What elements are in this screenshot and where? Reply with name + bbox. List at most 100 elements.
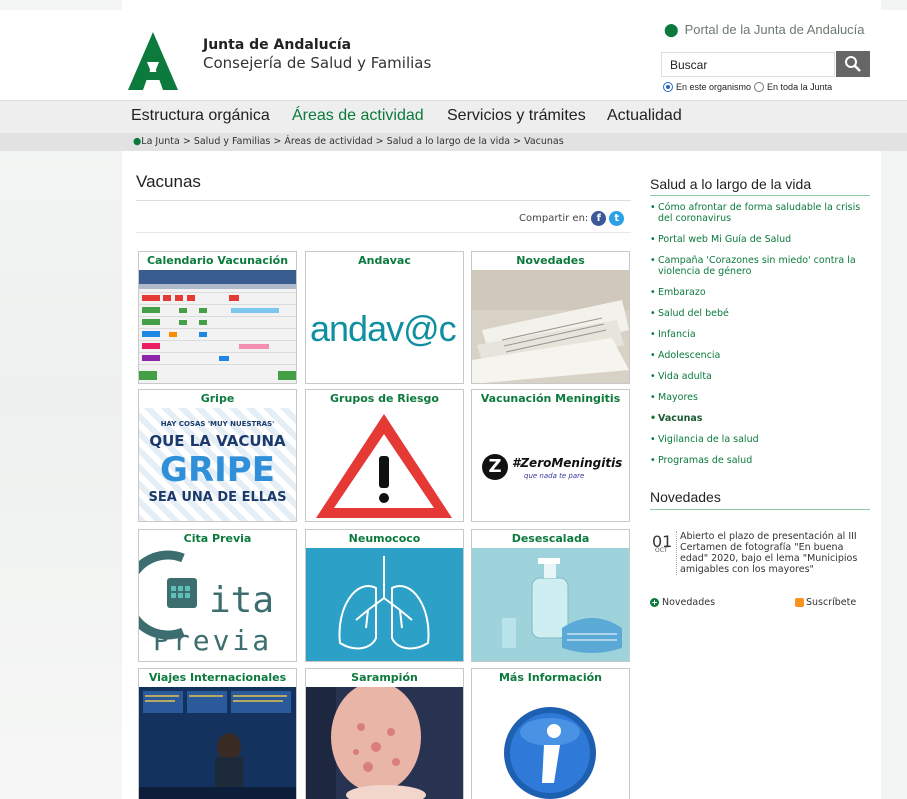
main-nav: Estructura orgánica Áreas de actividad S…	[0, 100, 907, 133]
info-icon	[472, 687, 629, 799]
divider	[136, 200, 631, 201]
gripe-poster-line1: HAY COSAS 'MUY NUESTRAS'	[160, 420, 275, 428]
vaccination-calendar-image	[139, 270, 296, 383]
news-item-text[interactable]: Abierto el plazo de presentación al III …	[676, 531, 870, 575]
gripe-poster-line3: GRIPE	[160, 450, 275, 490]
news-more-link[interactable]: + Novedades	[650, 597, 715, 608]
sidebar-title: Salud a lo largo de la vida	[650, 176, 812, 192]
sidebar-item-vigilancia[interactable]: Vigilancia de la salud	[650, 434, 870, 445]
sidebar-item-infancia[interactable]: Infancia	[650, 329, 870, 340]
junta-andalucia-logo[interactable]	[128, 32, 178, 90]
news-title: Novedades	[650, 489, 721, 505]
gripe-poster-line4: SEA UNA DE ELLAS	[148, 490, 287, 505]
portal-link[interactable]: ⬤ Portal de la Junta de Andalucía	[664, 22, 865, 38]
scope-all-label: En toda la Junta	[767, 82, 833, 92]
meningitis-tag-sub: que nada te pare	[524, 472, 585, 480]
card-title: Andavac	[358, 254, 411, 267]
card-title: Viajes Internacionales	[148, 671, 287, 684]
card-title: Grupos de Riesgo	[330, 392, 439, 405]
subscribe-label: Suscríbete	[806, 597, 857, 608]
gripe-poster: HAY COSAS 'MUY NUESTRAS' QUE LA VACUNA G…	[139, 408, 296, 521]
cita-previa-text1: ita	[209, 580, 275, 621]
brand-name: Junta de Andalucía	[203, 37, 352, 53]
meningitis-tag: #ZeroMeningitis	[512, 456, 623, 470]
location-pin-icon: ⬤	[664, 22, 679, 37]
card-title: Sarampión	[351, 671, 418, 684]
warning-sign-icon	[306, 408, 463, 521]
card-title: Más Información	[498, 671, 602, 684]
card-neumococo[interactable]: Neumococo	[305, 529, 464, 662]
divider	[650, 509, 870, 510]
card-sarampion[interactable]: Sarampión	[305, 668, 464, 799]
nav-item-actualidad[interactable]: Actualidad	[607, 107, 682, 125]
card-cita-previa[interactable]: Cita Previa ita Previa	[138, 529, 297, 662]
nav-item-servicios[interactable]: Servicios y trámites	[447, 107, 586, 125]
plus-icon: +	[650, 598, 659, 607]
card-title: Gripe	[200, 392, 235, 405]
lungs-icon	[306, 548, 463, 661]
nav-item-areas[interactable]: Áreas de actividad	[292, 107, 424, 125]
card-desescalada[interactable]: Desescalada	[471, 529, 630, 662]
sidebar-item-vacunas[interactable]: Vacunas	[650, 413, 870, 424]
divider	[650, 195, 870, 196]
sidebar-item-mi-guia[interactable]: Portal web Mi Guía de Salud	[650, 234, 870, 245]
sanitizer-mask-image	[472, 548, 629, 661]
divider	[136, 232, 631, 233]
share-bar: Compartir en: f t	[519, 211, 625, 226]
sidebar-item-embarazo[interactable]: Embarazo	[650, 287, 870, 298]
card-meningitis[interactable]: Vacunación Meningitis Z #ZeroMeningitis …	[471, 389, 630, 522]
card-grupos-riesgo[interactable]: Grupos de Riesgo	[305, 389, 464, 522]
card-gripe[interactable]: Gripe HAY COSAS 'MUY NUESTRAS' QUE LA VA…	[138, 389, 297, 522]
andavac-logo: andav@c	[306, 270, 463, 383]
measles-child-image	[306, 687, 463, 799]
nav-item-estructura[interactable]: Estructura orgánica	[131, 107, 270, 125]
gripe-poster-line2: QUE LA VACUNA	[149, 432, 286, 450]
site-header: Junta de Andalucía Consejería de Salud y…	[0, 10, 907, 100]
card-title: Desescalada	[511, 532, 590, 545]
card-title: Cita Previa	[183, 532, 252, 545]
card-viajes[interactable]: Viajes Internacionales	[138, 668, 297, 799]
card-title: Calendario Vacunación	[146, 254, 289, 267]
card-andavac[interactable]: Andavac andav@c	[305, 251, 464, 384]
sidebar-item-bebe[interactable]: Salud del bebé	[650, 308, 870, 319]
breadcrumb: ●La Junta > Salud y Familias > Áreas de …	[0, 133, 907, 151]
card-title: Novedades	[516, 254, 585, 267]
department-name: Consejería de Salud y Familias	[203, 54, 432, 72]
search-input[interactable]: Buscar	[661, 52, 835, 77]
zero-meningitis-image: Z #ZeroMeningitis que nada te pare	[472, 408, 629, 521]
search-scope: En este organismo En toda la Junta	[663, 82, 832, 92]
airport-image	[139, 687, 296, 799]
twitter-icon[interactable]: t	[609, 211, 625, 226]
newspapers-image	[472, 270, 629, 383]
sidebar-item-adolescencia[interactable]: Adolescencia	[650, 350, 870, 361]
card-title: Neumococo	[348, 532, 421, 545]
portal-link-label: Portal de la Junta de Andalucía	[684, 22, 865, 37]
scope-this-label: En este organismo	[676, 82, 752, 92]
cita-previa-logo: ita Previa	[139, 548, 296, 661]
andavac-logo-text: andav@c	[310, 308, 457, 349]
card-novedades[interactable]: Novedades	[471, 251, 630, 384]
news-date-month: OCT	[655, 547, 668, 554]
news-more-label: Novedades	[662, 597, 716, 608]
scope-all-radio[interactable]	[754, 82, 765, 92]
sidebar-item-coronavirus[interactable]: Cómo afrontar de forma saludable la cris…	[650, 202, 870, 224]
share-label: Compartir en:	[519, 213, 589, 224]
card-calendario[interactable]: Calendario Vacunación	[138, 251, 297, 384]
cita-previa-text2: Previa	[153, 624, 273, 657]
sidebar-item-corazones[interactable]: Campaña 'Corazones sin miedo' contra la …	[650, 255, 870, 277]
scope-this-radio[interactable]	[663, 82, 673, 92]
search-icon	[845, 56, 861, 72]
sidebar-item-programas[interactable]: Programas de salud	[650, 455, 870, 466]
sidebar-item-vida-adulta[interactable]: Vida adulta	[650, 371, 870, 382]
sidebar-item-mayores[interactable]: Mayores	[650, 392, 870, 403]
card-mas-informacion[interactable]: Más Información	[471, 668, 630, 799]
search-button[interactable]	[836, 51, 870, 77]
rss-icon	[795, 598, 804, 607]
subscribe-link[interactable]: Suscríbete	[795, 597, 856, 608]
sidebar-list: Cómo afrontar de forma saludable la cris…	[650, 202, 870, 476]
zero-meningitis-logo: Z	[482, 454, 508, 480]
facebook-icon[interactable]: f	[591, 211, 607, 226]
breadcrumb-text[interactable]: La Junta > Salud y Familias > Áreas de a…	[141, 136, 563, 147]
card-title: Vacunación Meningitis	[480, 392, 621, 405]
page-title: Vacunas	[136, 172, 201, 191]
